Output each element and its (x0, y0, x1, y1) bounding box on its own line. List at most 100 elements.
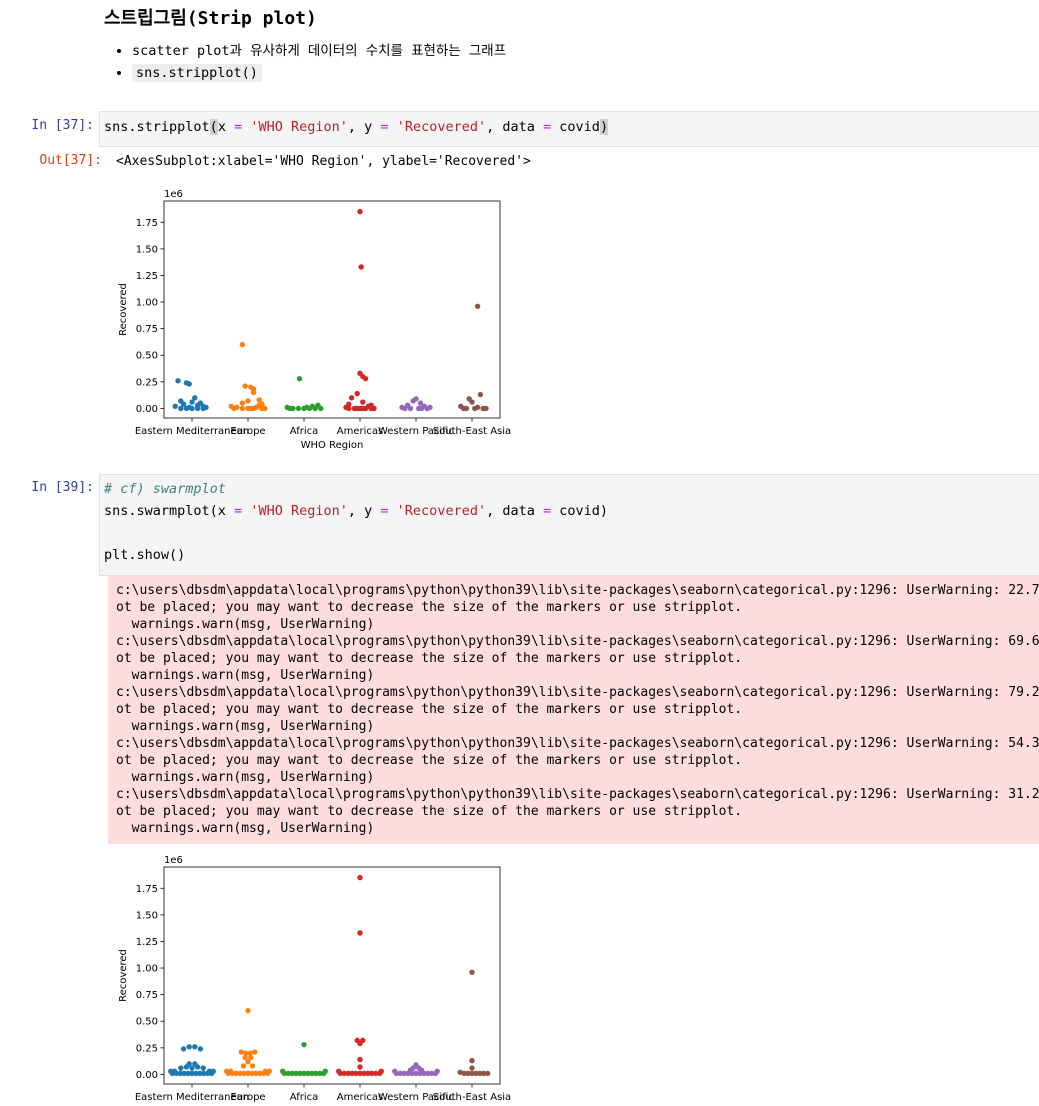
data-point (194, 1064, 201, 1070)
data-point (410, 398, 416, 404)
stderr-output: c:\users\dbsdm\appdata\local\programs\py… (108, 576, 1039, 844)
data-point (287, 405, 293, 412)
y-tick-label: 1.00 (136, 298, 158, 309)
y-tick-label: 1.00 (136, 964, 158, 975)
data-point (357, 874, 363, 881)
y-offset-label: 1e6 (164, 855, 183, 866)
stderr-line: c:\users\dbsdm\appdata\local\programs\py… (116, 583, 1039, 598)
data-point (357, 1064, 363, 1070)
data-point (239, 341, 246, 348)
data-point (189, 399, 195, 405)
inline-code: sns.stripplot() (132, 64, 262, 82)
data-point (183, 405, 190, 412)
data-point (197, 1046, 204, 1052)
stderr-line: c:\users\dbsdm\appdata\local\programs\py… (116, 736, 1039, 751)
plot-frame (163, 200, 501, 419)
data-point (472, 405, 478, 412)
data-point (483, 405, 489, 412)
data-point (434, 1068, 440, 1074)
data-point (312, 405, 318, 412)
data-point (378, 1068, 384, 1074)
data-point (262, 1068, 269, 1074)
code-token: = (543, 119, 552, 135)
y-tick-label: 1.75 (136, 218, 158, 229)
markdown-bullet-list: scatter plot과 유사하게 데이터의 수치를 표현하는 그래프 sns… (104, 40, 506, 84)
data-point (357, 208, 363, 215)
data-point (318, 405, 324, 412)
data-point (306, 405, 313, 412)
data-point (336, 1068, 342, 1074)
section-title-korean: 스트립그림 (104, 8, 187, 29)
data-point (301, 1041, 307, 1048)
code-token: = (234, 503, 243, 519)
y-tick-label: 1.75 (136, 884, 158, 895)
x-tick-label: Africa (290, 426, 319, 437)
stderr-line: warnings.warn(msg, UserWarning) (116, 617, 375, 632)
data-point (180, 1046, 187, 1052)
code-token: 'Recovered' (396, 503, 487, 519)
data-point (194, 405, 201, 412)
plot-frame (163, 866, 501, 1085)
y-tick-label: 0.50 (136, 351, 158, 362)
data-point (469, 1057, 475, 1064)
data-point (171, 1068, 178, 1074)
data-point (418, 405, 425, 412)
swarmplot-chart: 0.00 0.25 0.50 0.75 1.00 1.25 1.50 1.75 1e6 Recov… (118, 855, 511, 1103)
data-point (252, 1049, 258, 1055)
code-token: = (380, 503, 389, 519)
code-cell-input[interactable] (99, 474, 1039, 576)
data-point (357, 1056, 363, 1063)
y-tick-label: 1.50 (136, 910, 158, 921)
data-point (250, 405, 257, 412)
data-point (354, 405, 360, 412)
data-point (238, 1049, 244, 1055)
stderr-line: ot be placed; you may want to decrease t… (116, 753, 743, 768)
stderr-line: c:\users\dbsdm\appdata\local\programs\py… (116, 634, 1039, 649)
data-point (242, 383, 248, 389)
data-point (192, 1044, 198, 1050)
y-tick-label: 0.50 (136, 1017, 158, 1028)
stderr-line: c:\users\dbsdm\appdata\local\programs\py… (116, 787, 1039, 802)
y-tick-label: 1.25 (136, 937, 158, 948)
code-token: = (542, 503, 552, 519)
stderr-line: warnings.warn(msg, UserWarning) (116, 770, 375, 785)
data-point (296, 375, 303, 382)
data-point (245, 398, 251, 404)
code-token: 'WHO Region' (250, 503, 348, 519)
stderr-line: warnings.warn(msg, UserWarning) (116, 719, 375, 734)
data-point (172, 403, 178, 409)
code-comment[interactable]: # cf) swarmplot (104, 481, 226, 497)
data-point (295, 405, 302, 412)
code-token: , y (347, 503, 381, 519)
data-point (322, 1068, 328, 1074)
x-tick-label: Americas (337, 426, 383, 437)
code-line[interactable]: sns.swarmplot(x = 'WHO Region', y = 'Rec… (104, 503, 608, 519)
code-token: covid (551, 119, 600, 135)
y-offset-label: 1e6 (164, 189, 183, 200)
data-point (227, 1068, 234, 1074)
stripplot-chart: 0.00 0.25 0.50 0.75 1.00 1.25 1.50 1.75 1e6 Recov… (118, 189, 511, 451)
x-tick-label: Europe (230, 426, 265, 437)
code-line[interactable]: plt.show() (104, 547, 185, 563)
data-point (457, 1069, 463, 1075)
data-point (357, 1040, 363, 1047)
data-point (362, 375, 369, 382)
data-point (178, 405, 184, 412)
data-point (474, 303, 481, 310)
data-point (368, 405, 374, 412)
y-tick-label: 1.25 (136, 271, 158, 282)
code-line[interactable]: sns.stripplot(x = 'WHO Region', y = 'Rec… (104, 119, 609, 135)
x-tick-label: Africa (290, 1092, 319, 1103)
y-tick-label: 0.25 (136, 1043, 158, 1054)
code-token: = (380, 119, 389, 135)
code-token: = (234, 119, 243, 135)
data-point (245, 1007, 251, 1014)
code-token: ( (209, 119, 218, 135)
y-tick-label: 0.75 (136, 990, 158, 1001)
data-point (280, 1068, 286, 1074)
data-point (249, 1063, 256, 1069)
data-point (189, 405, 195, 412)
y-tick-label: 0.75 (136, 324, 158, 335)
x-tick-label: Americas (337, 1092, 383, 1103)
